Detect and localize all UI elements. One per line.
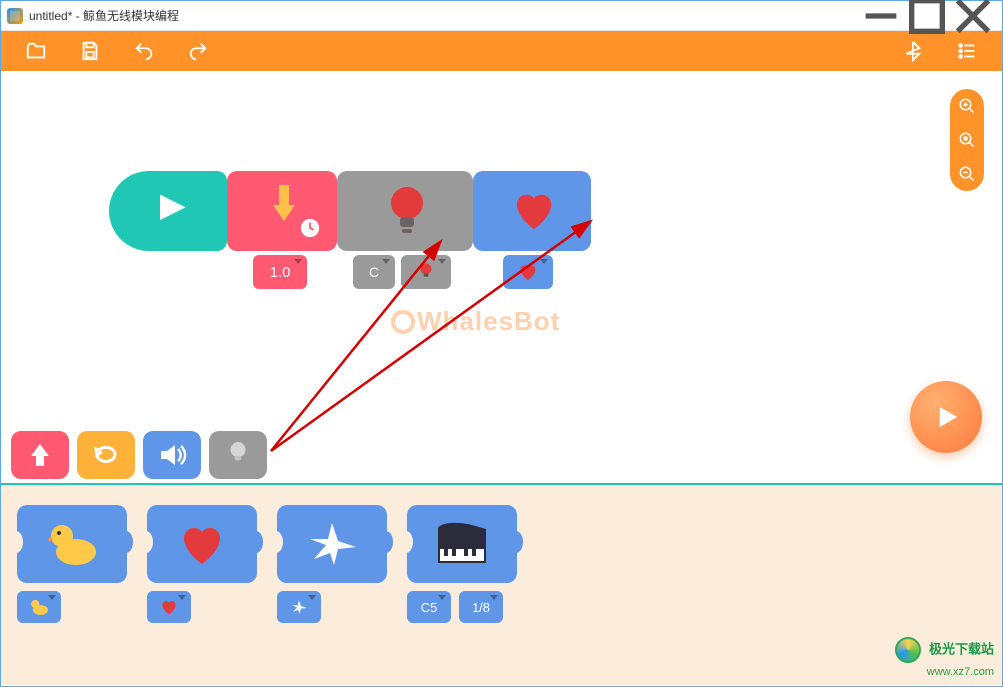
duck-icon (44, 520, 100, 568)
loop-icon (91, 442, 121, 468)
window-title: untitled* - 鲸鱼无线模块编程 (29, 7, 179, 24)
bluetooth-button[interactable] (886, 31, 940, 71)
block-palette: C5 1/8 (1, 485, 1002, 685)
title-bar: untitled* - 鲸鱼无线模块编程 (1, 1, 1002, 31)
play-icon (931, 402, 961, 432)
plane-param[interactable] (277, 591, 321, 623)
piano-beat-param[interactable]: 1/8 (459, 591, 503, 623)
duck-param[interactable] (17, 591, 61, 623)
download-arrow-icon (269, 183, 299, 227)
category-upload[interactable] (11, 431, 69, 479)
open-button[interactable] (9, 31, 63, 71)
maximize-button[interactable] (904, 1, 950, 31)
flag-icon (149, 189, 193, 233)
light-color-param[interactable] (401, 255, 451, 289)
workspace: WhalesBot 1.0 C (1, 71, 1002, 686)
canvas[interactable]: WhalesBot 1.0 C (1, 71, 1002, 481)
heart-param[interactable] (147, 591, 191, 623)
zoom-reset-button[interactable] (956, 129, 978, 151)
zoom-controls (950, 89, 984, 191)
clock-icon (299, 217, 321, 239)
close-button[interactable] (950, 1, 996, 31)
run-button[interactable] (910, 381, 982, 453)
display-pattern-param[interactable] (503, 255, 553, 289)
palette-item-duck[interactable] (17, 505, 127, 665)
watermark: WhalesBot (391, 306, 560, 337)
wait-block[interactable] (227, 171, 337, 251)
undo-button[interactable] (117, 31, 171, 71)
light-block[interactable] (337, 171, 473, 251)
start-block[interactable] (109, 171, 227, 251)
menu-button[interactable] (940, 31, 994, 71)
bulb-cat-icon (227, 440, 249, 470)
palette-item-heart[interactable] (147, 505, 257, 665)
bulb-mini-icon (417, 261, 435, 283)
save-button[interactable] (63, 31, 117, 71)
display-block[interactable] (473, 171, 591, 251)
app-icon (7, 8, 23, 24)
category-light[interactable] (209, 431, 267, 479)
main-toolbar (1, 31, 1002, 71)
wait-duration-param[interactable]: 1.0 (253, 255, 307, 289)
heart-pal-icon (177, 522, 227, 566)
palette-item-piano[interactable]: C5 1/8 (407, 505, 517, 665)
category-loop[interactable] (77, 431, 135, 479)
plane-icon (304, 519, 360, 569)
zoom-out-button[interactable] (956, 163, 978, 185)
category-tabs (11, 431, 267, 479)
piano-icon (432, 519, 492, 569)
category-sound[interactable] (143, 431, 201, 479)
upload-icon (27, 440, 53, 470)
redo-button[interactable] (171, 31, 225, 71)
heart-icon (511, 189, 557, 231)
bulb-icon (387, 183, 427, 239)
heart-mini-icon (518, 263, 538, 281)
palette-item-plane[interactable] (277, 505, 387, 665)
site-badge: 极光下载站 www.xz7.com (895, 637, 994, 678)
site-logo-icon (895, 637, 921, 663)
zoom-in-button[interactable] (956, 95, 978, 117)
light-port-param[interactable]: C (353, 255, 395, 289)
piano-note-param[interactable]: C5 (407, 591, 451, 623)
speaker-icon (157, 441, 187, 469)
minimize-button[interactable] (858, 1, 904, 31)
